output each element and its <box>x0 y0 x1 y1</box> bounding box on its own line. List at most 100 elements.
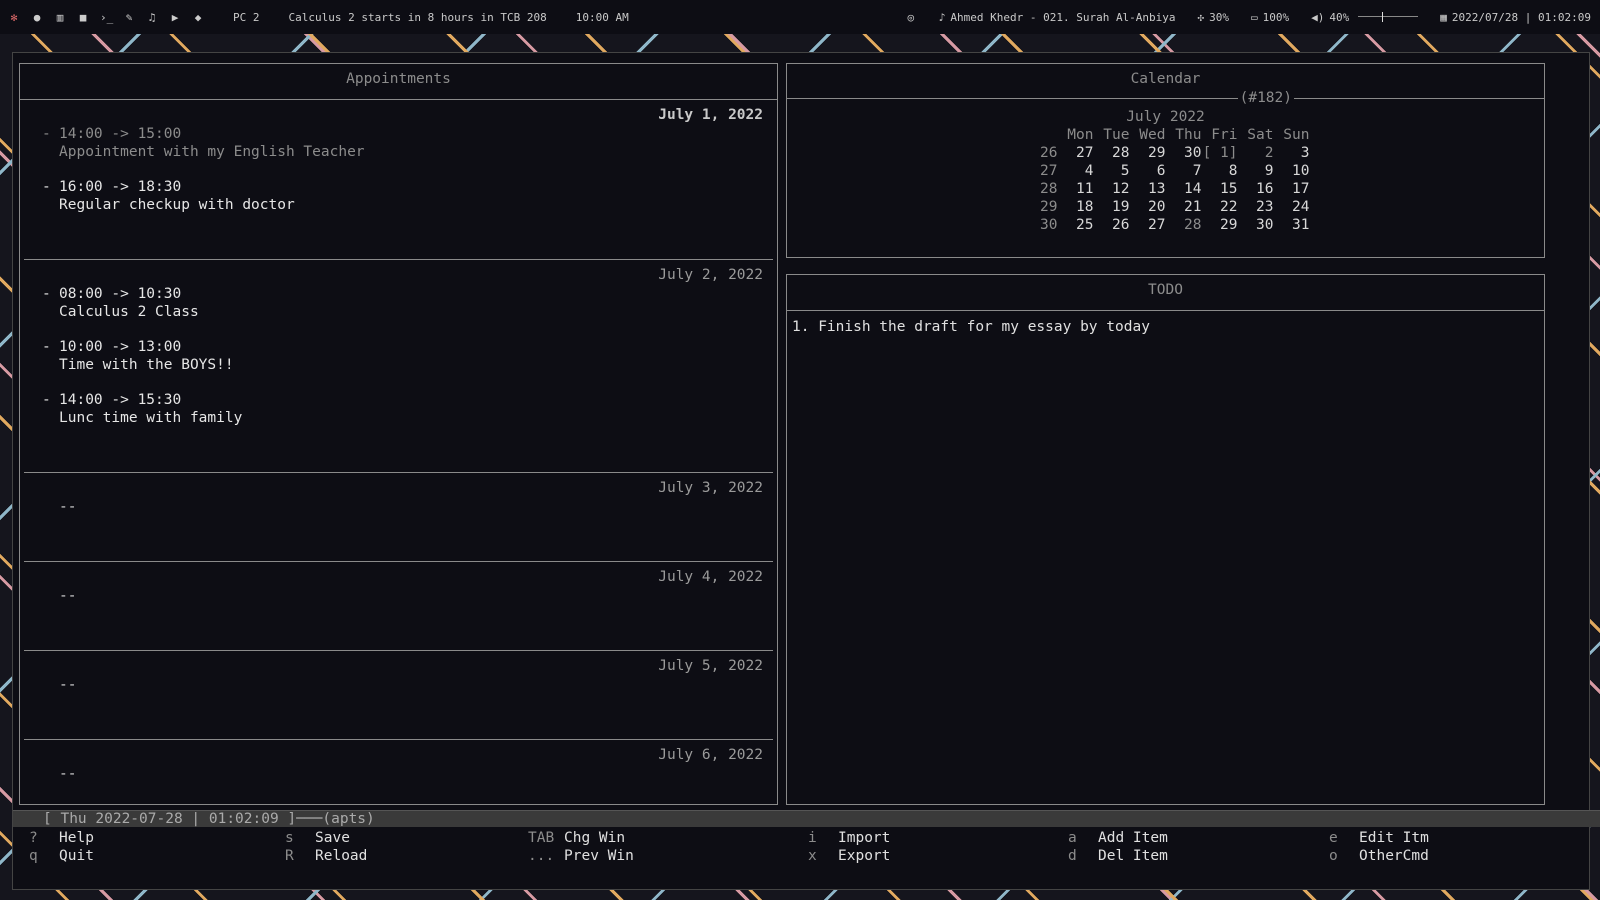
editor-icon[interactable]: ✎ <box>123 11 135 24</box>
calendar-day[interactable]: 3 <box>1274 144 1310 162</box>
calendar-day[interactable]: 6 <box>1130 162 1166 180</box>
key-label: Prev Win <box>564 848 634 864</box>
calendar-day[interactable]: 26 <box>1094 216 1129 234</box>
key-hint: e <box>1329 830 1338 846</box>
calendar-day[interactable]: 29 <box>1202 216 1237 234</box>
keybinding: q Quit <box>29 847 285 865</box>
calendar-day[interactable]: 24 <box>1274 198 1309 216</box>
calendar-day[interactable]: 23 <box>1238 198 1273 216</box>
calendar-day[interactable]: 4 <box>1058 162 1094 180</box>
appointment-day[interactable]: July 1, 2022-14:00 -> 15:00 Appointment w… <box>24 100 773 260</box>
appointment-time-line: -08:00 -> 10:30 <box>42 285 773 303</box>
calendar-day[interactable]: 8 <box>1202 162 1238 180</box>
appointment-item[interactable]: -14:00 -> 15:30 Lunc time with family <box>42 391 773 427</box>
calendar-day[interactable]: 9 <box>1238 162 1274 180</box>
calendar-week: 29 18 19 20 21 22 23 24 <box>787 198 1544 216</box>
volume-slider[interactable] <box>1358 12 1419 22</box>
key-hint: ... <box>528 848 555 864</box>
calendar-day[interactable]: 10 <box>1274 162 1309 180</box>
appointment-day[interactable]: July 6, 2022 -- <box>24 740 773 810</box>
keybinding: R Reload <box>285 847 528 865</box>
eye-icon[interactable]: ◎ <box>905 11 917 24</box>
keybinding: ? Help <box>29 829 285 847</box>
chat-icon[interactable]: ◆ <box>192 11 204 24</box>
volume-indicator[interactable]: ◀) 40% <box>1311 10 1419 24</box>
calendar-day[interactable]: 20 <box>1130 198 1165 216</box>
key-hint: s <box>285 830 294 846</box>
calendar-day[interactable]: 27 <box>1130 216 1165 234</box>
calendar-day[interactable]: 21 <box>1166 198 1201 216</box>
day-date: July 2, 2022 <box>658 267 763 283</box>
keybinding: ... Prev Win <box>528 847 808 865</box>
appointment-day[interactable]: July 3, 2022 -- <box>24 473 773 562</box>
video-icon[interactable]: ▶ <box>169 11 181 24</box>
key-label: Import <box>838 830 891 846</box>
calendar-day[interactable]: 29 <box>1130 144 1165 162</box>
volume-value: 40% <box>1329 10 1350 24</box>
calendar-day[interactable]: 7 <box>1166 162 1202 180</box>
appointment-day[interactable]: July 2, 2022 -08:00 -> 10:30 Calculus 2 Cl… <box>24 260 773 473</box>
music-icon[interactable]: ♫ <box>146 11 158 24</box>
appointment-item[interactable]: -14:00 -> 15:00 Appointment with my Engli… <box>42 125 773 161</box>
calendar-day[interactable]: 12 <box>1094 180 1129 198</box>
calendar-day[interactable]: 22 <box>1202 198 1237 216</box>
key-hint: d <box>1068 848 1077 864</box>
weekday-label: Sun <box>1283 127 1310 143</box>
calendar-day[interactable]: 16 <box>1238 180 1273 198</box>
app-menu-icon[interactable]: ✻ <box>8 11 20 24</box>
status-separator: ─── <box>296 811 323 827</box>
key-hint: R <box>285 848 294 864</box>
terminal-window[interactable]: Appointments July 1, 2022-14:00 -> 15:00… <box>12 52 1600 890</box>
calendar-day[interactable]: 13 <box>1130 180 1165 198</box>
terminal-icon[interactable]: ›_ <box>100 11 113 24</box>
week-number: 30 <box>1040 217 1058 233</box>
appointments-list[interactable]: July 1, 2022-14:00 -> 15:00 Appointment w… <box>20 100 777 810</box>
folder-icon[interactable]: ■ <box>77 11 89 24</box>
appointment-item[interactable]: -08:00 -> 10:30 Calculus 2 Class <box>42 285 773 321</box>
appointment-item[interactable]: -10:00 -> 13:00 Time with the BOYS!! <box>42 338 773 374</box>
clock[interactable]: ▦ 2022/07/28 | 01:02:09 <box>1440 11 1591 24</box>
appointments-panel[interactable]: Appointments July 1, 2022-14:00 -> 15:00… <box>19 63 778 805</box>
calendar-day[interactable]: 19 <box>1094 198 1129 216</box>
calendar-day[interactable]: 18 <box>1058 198 1093 216</box>
calendar-day[interactable]: 14 <box>1166 180 1201 198</box>
volume-knob[interactable] <box>1382 12 1384 22</box>
appointment-item[interactable]: -16:00 -> 18:30 Regular checkup with doct… <box>42 178 773 214</box>
calendar-week: 28 11 12 13 14 15 16 17 <box>787 180 1544 198</box>
calendar-title: Calendar <box>787 64 1544 99</box>
calendar-day[interactable]: 25 <box>1058 216 1093 234</box>
appointment-time: 14:00 -> 15:30 <box>59 392 182 408</box>
calendar-day[interactable]: 30 <box>1166 144 1201 162</box>
todo-panel[interactable]: TODO 1. Finish the draft for my essay by… <box>786 274 1545 805</box>
calendar-day[interactable]: 15 <box>1202 180 1237 198</box>
calendar-day[interactable]: 2 <box>1238 144 1274 162</box>
status-datetime: [ Thu 2022-07-28 | 01:02:09 ] <box>43 811 297 827</box>
browser-icon[interactable]: ● <box>31 11 43 24</box>
now-playing[interactable]: ♪ Ahmed Khedr - 021. Surah Al-Anbiya <box>939 11 1176 24</box>
calendar-day[interactable]: 31 <box>1274 216 1309 234</box>
todo-item[interactable]: 1. Finish the draft for my essay by toda… <box>792 319 1539 335</box>
calendar-day[interactable]: 30 <box>1238 216 1273 234</box>
calendar-panel[interactable]: Calendar (#182) July 2022 Mon Tue Wed Thu Fr… <box>786 63 1545 258</box>
workspace-label[interactable]: PC 2 <box>233 11 260 24</box>
calendar-day[interactable]: 17 <box>1274 180 1309 198</box>
day-date: July 5, 2022 <box>658 658 763 674</box>
calendar-day[interactable]: 11 <box>1058 180 1093 198</box>
calendar-day[interactable]: 27 <box>1058 144 1093 162</box>
calendar-grid[interactable]: July 2022 Mon Tue Wed Thu Fri Sat Sun 26 27 28 29… <box>787 108 1544 234</box>
trash-icon[interactable]: ▥ <box>54 11 66 24</box>
volume-track <box>1358 16 1419 17</box>
calendar-day[interactable]: [ 1] <box>1202 144 1238 162</box>
appointment-day[interactable]: July 4, 2022 -- <box>24 562 773 651</box>
calendar-week: 30 25 26 27 28 29 30 31 <box>787 216 1544 234</box>
calendar-day[interactable]: 28 <box>1094 144 1129 162</box>
calendar-weeks[interactable]: 26 27 28 29 30[ 1] 2 3 27 4 5 6 7 8 9 10 28 11 12 13 14 15 16… <box>787 144 1544 234</box>
appointment-time: 08:00 -> 10:30 <box>59 286 182 302</box>
calendar-day[interactable]: 28 <box>1166 216 1201 234</box>
keybinding-help: ? Help s Save TAB Chg Win i Import a Add Item e Edi… <box>29 829 1579 865</box>
key-hint: ? <box>29 830 38 846</box>
appointment-day[interactable]: July 5, 2022 -- <box>24 651 773 740</box>
key-label: Save <box>315 830 350 846</box>
todo-list[interactable]: 1. Finish the draft for my essay by toda… <box>787 311 1544 343</box>
calendar-day[interactable]: 5 <box>1094 162 1130 180</box>
